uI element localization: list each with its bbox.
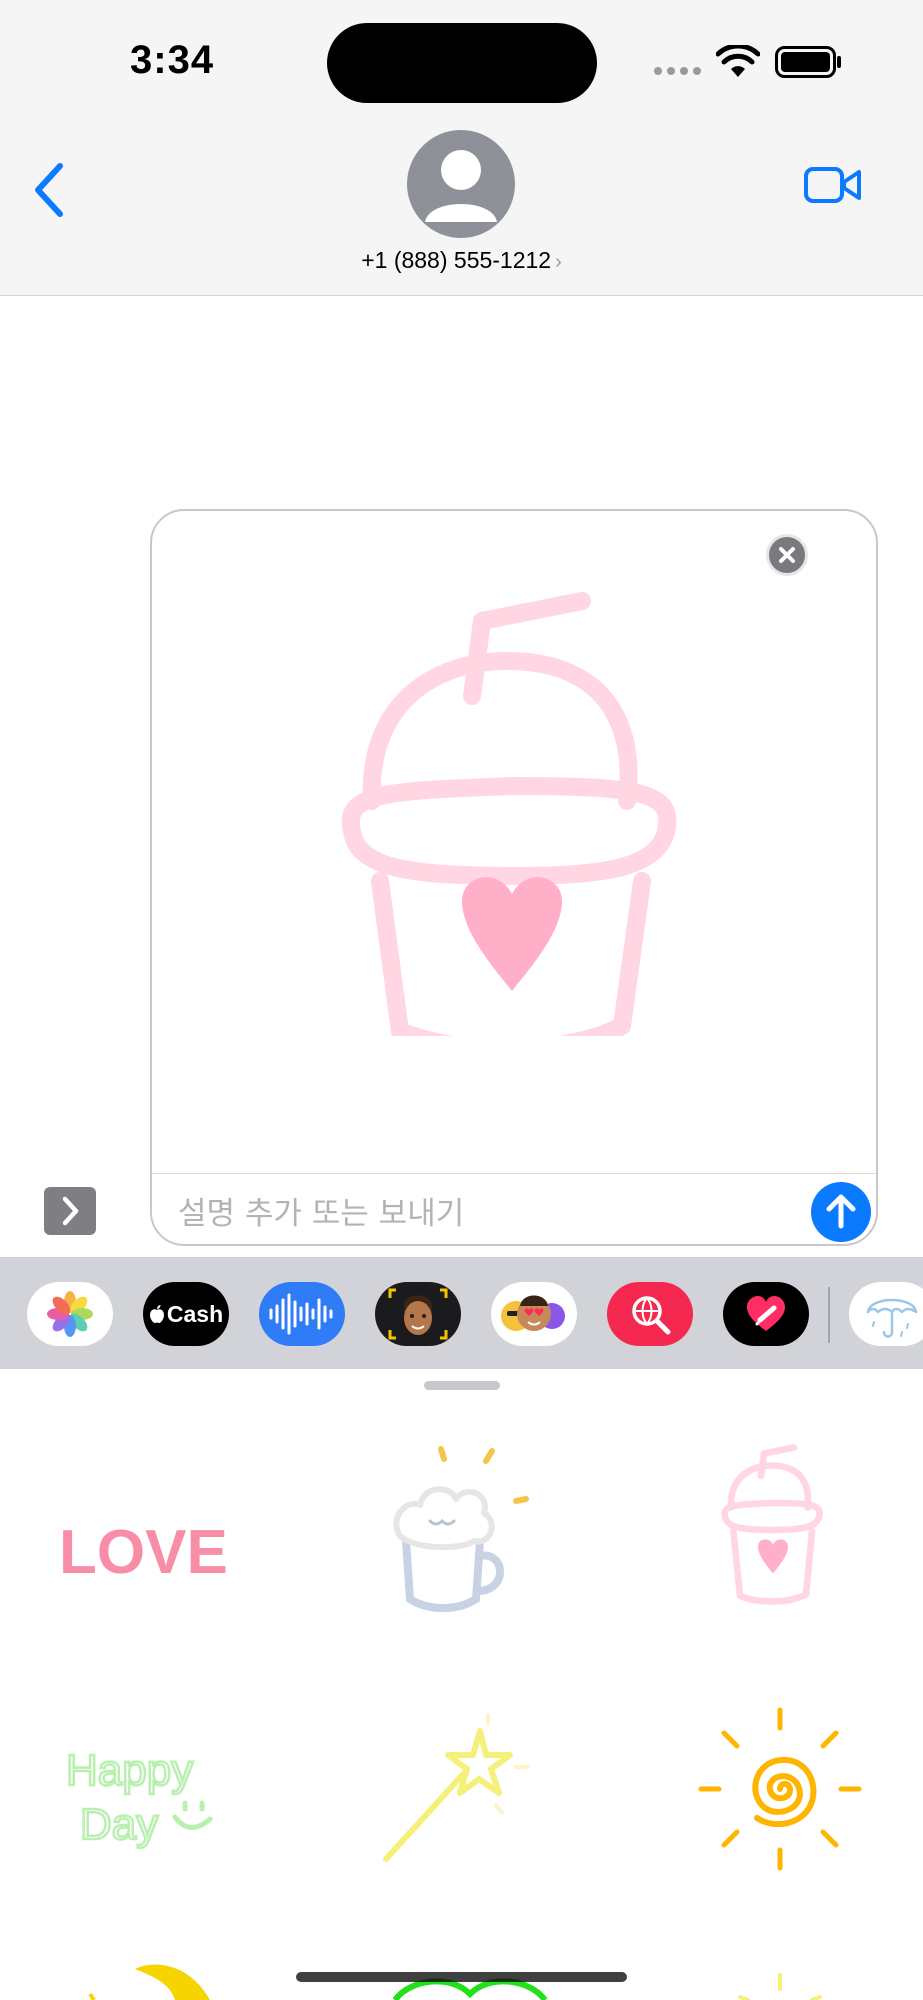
globe-search-icon (632, 1296, 671, 1335)
send-button[interactable] (811, 1182, 871, 1242)
contact-number: +1 (888) 555-1212 (361, 247, 552, 273)
app-audio-message[interactable] (259, 1282, 345, 1346)
app-apple-cash[interactable]: Cash (143, 1282, 229, 1346)
chevron-right-icon (62, 1196, 79, 1226)
app-digital-touch[interactable] (723, 1282, 809, 1346)
sticker-day-text: Day (80, 1800, 158, 1849)
home-indicator (296, 1972, 627, 1982)
sticker-sun[interactable] (695, 1704, 865, 1874)
conversation-header: +1 (888) 555-1212 › (0, 120, 923, 296)
signal-dots-icon (654, 67, 701, 75)
app-image-search[interactable] (607, 1282, 693, 1346)
expand-apps-button[interactable] (44, 1187, 96, 1235)
sticker-moon-partial[interactable] (80, 1959, 240, 2000)
memoji-icon (388, 1288, 448, 1340)
contact-name[interactable]: +1 (888) 555-1212 › (0, 247, 923, 274)
status-bar: 3:34 (0, 0, 923, 120)
sticker-magic-wand[interactable] (378, 1709, 538, 1869)
video-camera-icon[interactable] (803, 160, 863, 210)
app-memoji-stickers[interactable] (491, 1282, 577, 1346)
sticker-love[interactable]: LOVE (55, 1481, 245, 1591)
back-chevron-icon[interactable] (30, 160, 70, 220)
imessage-app-strip: Cash (0, 1257, 923, 1369)
battery-icon (775, 46, 841, 78)
photos-icon (47, 1291, 93, 1337)
app-sticker-pack[interactable] (849, 1282, 923, 1346)
compose-separator (152, 1173, 876, 1174)
app-memoji[interactable] (375, 1282, 461, 1346)
status-time: 3:34 (130, 38, 215, 82)
person-icon (425, 150, 497, 222)
sticker-beer-mug[interactable] (388, 1441, 538, 1621)
apple-cash-label: Cash (166, 1300, 224, 1327)
sticker-sparkle-partial[interactable] (720, 1969, 840, 2000)
sticker-happy-day[interactable]: Happy Day (60, 1739, 230, 1849)
heart-touch-icon (747, 1296, 785, 1331)
contact-avatar[interactable] (407, 130, 515, 238)
sticker-drink-cup-preview (341, 592, 677, 1036)
sticker-drink-cup[interactable] (713, 1439, 833, 1621)
message-input[interactable] (176, 1191, 740, 1237)
sticker-happy-text: Happy (66, 1746, 193, 1795)
dynamic-island (327, 23, 597, 103)
contact-chevron: › (555, 251, 562, 273)
drawer-grabber[interactable] (424, 1381, 500, 1390)
app-strip-divider (828, 1287, 830, 1343)
compose-box (150, 509, 878, 1246)
app-photos[interactable] (27, 1282, 113, 1346)
apple-logo-icon (149, 1305, 164, 1323)
sticker-drawer: LOVE Happy Day (0, 1369, 923, 2000)
wifi-icon (716, 45, 760, 77)
waveform-icon (269, 1293, 333, 1335)
remove-attachment-button[interactable] (766, 534, 808, 576)
memoji-stickers-icon (501, 1295, 565, 1331)
umbrella-icon (866, 1298, 918, 1338)
arrow-up-icon (826, 1194, 856, 1229)
close-icon (779, 547, 795, 563)
sticker-love-text: LOVE (59, 1518, 228, 1587)
